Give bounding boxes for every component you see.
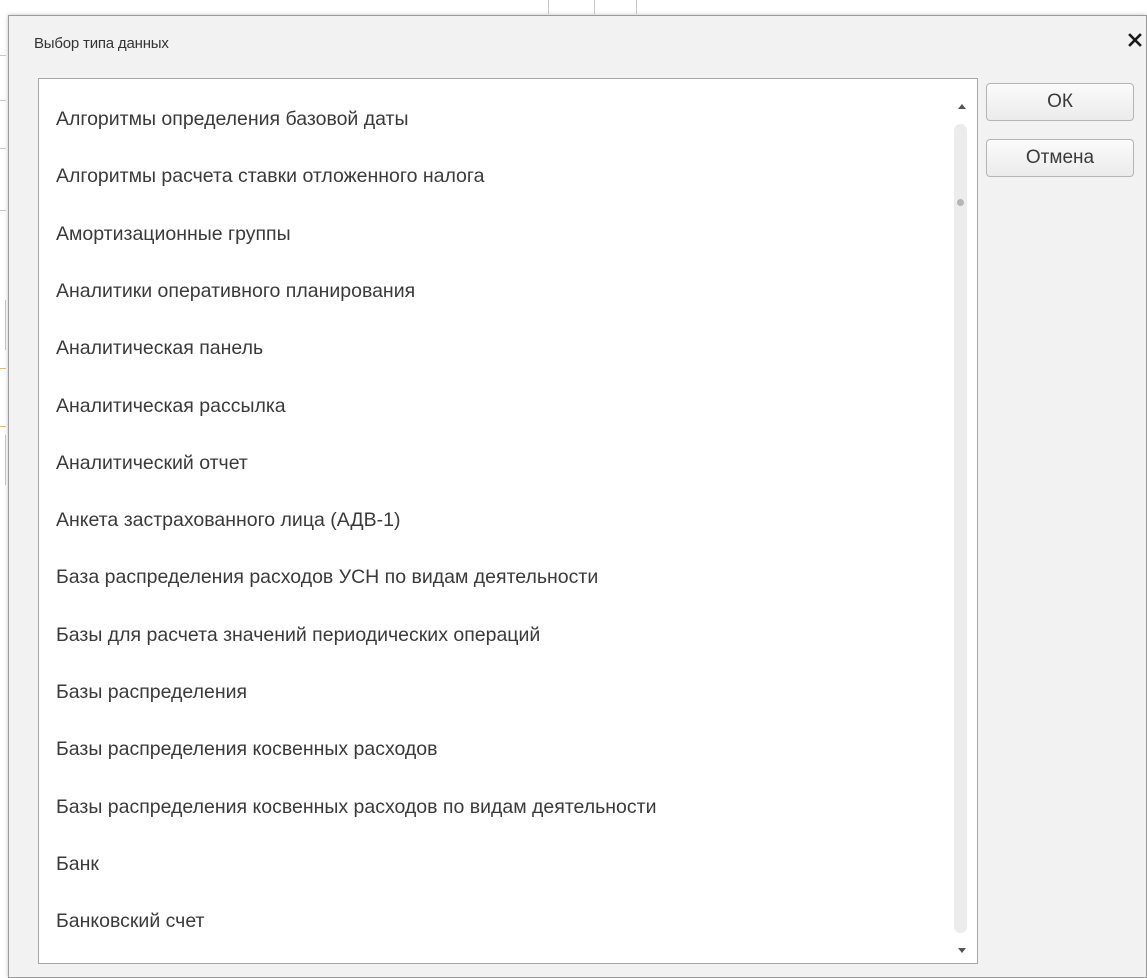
background-edge xyxy=(0,148,6,149)
list-item[interactable]: Анкета застрахованного лица (АДВ-1) xyxy=(56,492,947,549)
scroll-down-arrow-icon xyxy=(958,947,966,953)
background-edge xyxy=(5,300,6,350)
ok-button[interactable]: ОК xyxy=(986,83,1134,121)
data-type-list: Алгоритмы определения базовой даты Алгори… xyxy=(39,79,947,963)
dialog-titlebar: Выбор типа данных xyxy=(9,16,1146,56)
background-accent xyxy=(0,368,6,369)
list-item[interactable]: Аналитики оперативного планирования xyxy=(56,263,947,320)
scroll-down-button[interactable] xyxy=(947,939,977,961)
scroll-up-arrow-icon xyxy=(958,103,966,109)
dialog-title: Выбор типа данных xyxy=(34,35,169,52)
select-data-type-dialog: Выбор типа данных Алгоритмы определения … xyxy=(8,15,1147,978)
scroll-thumb[interactable] xyxy=(957,199,964,206)
list-item[interactable]: Аналитическая рассылка xyxy=(56,378,947,435)
background-divider xyxy=(636,0,637,14)
close-button[interactable] xyxy=(1124,28,1146,52)
cancel-button[interactable]: Отмена xyxy=(986,139,1134,177)
background-accent xyxy=(0,426,6,427)
list-item[interactable]: Аналитический отчет xyxy=(56,435,947,492)
background-edge xyxy=(0,100,6,101)
list-item[interactable]: Базы распределения косвенных расходов по… xyxy=(56,779,947,836)
data-type-listbox[interactable]: Алгоритмы определения базовой даты Алгори… xyxy=(38,78,978,964)
list-item[interactable]: Банковский счет xyxy=(56,893,947,950)
vertical-scrollbar[interactable] xyxy=(947,79,977,963)
close-icon xyxy=(1128,33,1142,47)
list-item[interactable]: Амортизационные группы xyxy=(56,206,947,263)
list-item[interactable]: База распределения расходов УСН по видам… xyxy=(56,549,947,606)
list-item[interactable]: Банк xyxy=(56,836,947,893)
scroll-track[interactable] xyxy=(954,124,967,933)
background-edge xyxy=(0,210,6,211)
list-item[interactable]: Алгоритмы расчета ставки отложенного нал… xyxy=(56,148,947,205)
list-item[interactable]: Базы распределения косвенных расходов xyxy=(56,721,947,778)
background-divider xyxy=(594,0,595,14)
list-item[interactable]: Аналитическая панель xyxy=(56,320,947,377)
list-item[interactable]: Базы распределения xyxy=(56,664,947,721)
list-item[interactable]: Алгоритмы определения базовой даты xyxy=(56,91,947,148)
background-edge xyxy=(0,55,6,56)
background-divider xyxy=(548,0,549,14)
background-edge xyxy=(5,435,6,485)
scroll-up-button[interactable] xyxy=(947,95,977,117)
list-item[interactable]: Базы для расчета значений периодических … xyxy=(56,607,947,664)
